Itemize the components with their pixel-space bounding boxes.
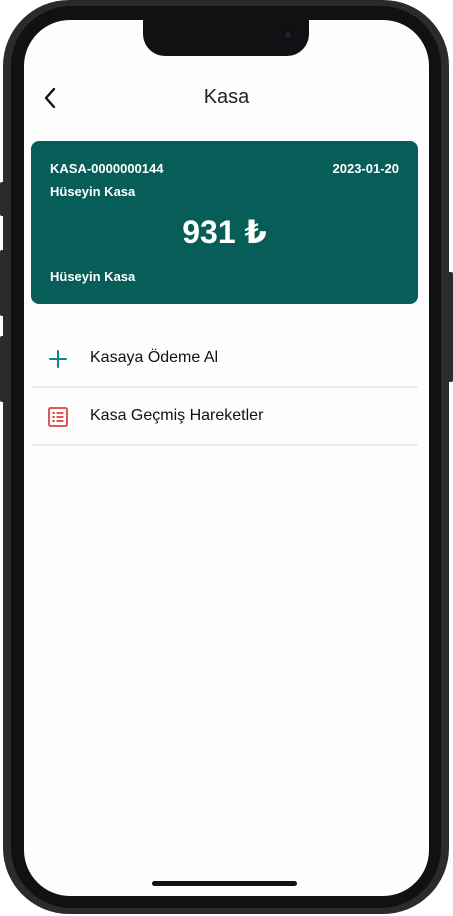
menu-item-history[interactable]: Kasa Geçmiş Hareketler [31,388,418,446]
camera-icon [283,30,293,40]
home-indicator[interactable] [152,881,297,886]
menu-item-label: Kasaya Ödeme Al [90,349,219,366]
menu-item-label: Kasa Geçmiş Hareketler [90,407,264,424]
mute-switch [0,182,5,216]
register-date: 2023-01-20 [332,161,400,176]
list-icon [47,406,69,428]
volume-down-button [0,336,5,402]
notch [143,20,309,56]
register-holder-name: Hüseyin Kasa [50,184,136,199]
register-balance: 931 ₺ [182,214,267,250]
power-button [448,272,453,382]
page-title: Kasa [203,86,250,108]
register-code: KASA-0000000144 [50,161,164,176]
register-owner-name: Hüseyin Kasa [50,269,136,284]
app-screen: Kasa KASA-0000000144 2023-01-20 Hüseyin … [24,20,429,896]
app-header: Kasa [24,78,429,118]
menu-item-take-payment[interactable]: Kasaya Ödeme Al [31,330,418,388]
volume-up-button [0,250,5,316]
cash-register-card[interactable]: KASA-0000000144 2023-01-20 Hüseyin Kasa … [31,141,418,304]
plus-icon [47,348,69,370]
